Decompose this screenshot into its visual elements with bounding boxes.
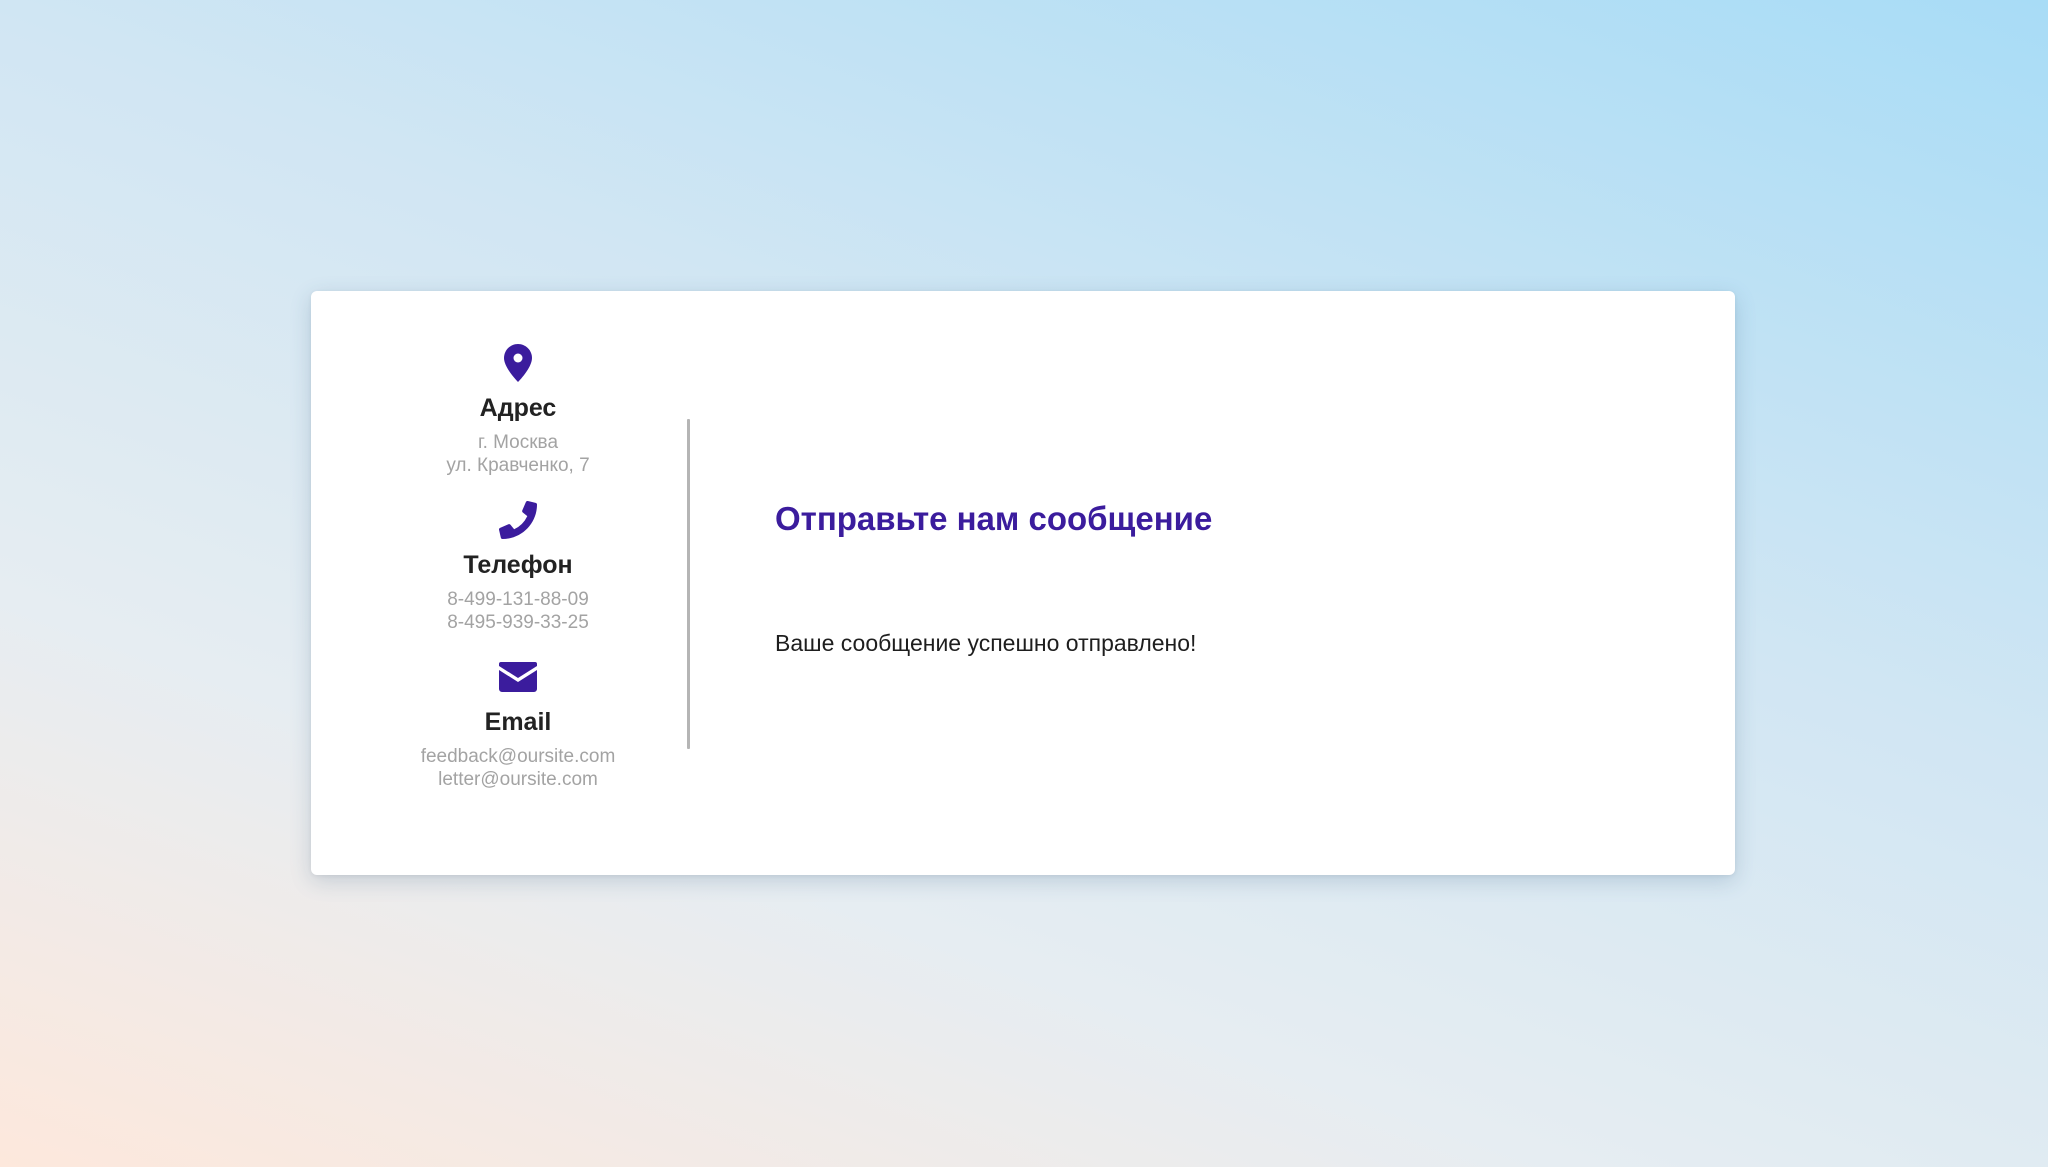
- contact-info-column: Адрес г. Москва ул. Кравченко, 7 Телефон…: [311, 343, 725, 814]
- email-address-2: letter@oursite.com: [438, 769, 598, 790]
- message-title: Отправьте нам сообщение: [775, 500, 1213, 537]
- address-street: ул. Кравченко, 7: [446, 455, 590, 476]
- vertical-divider: [687, 419, 690, 749]
- contact-card: Адрес г. Москва ул. Кравченко, 7 Телефон…: [311, 291, 1735, 875]
- phone-number-2: 8-495-939-33-25: [447, 612, 589, 633]
- message-panel: Отправьте нам сообщение Ваше сообщение у…: [775, 499, 1212, 657]
- phone-title: Телефон: [463, 551, 573, 579]
- phone-number-1: 8-499-131-88-09: [447, 589, 589, 610]
- email-title: Email: [484, 708, 552, 736]
- email-address-1: feedback@oursite.com: [420, 746, 616, 767]
- envelope-icon: [498, 657, 538, 697]
- map-pin-icon: [498, 343, 538, 383]
- email-block: Email feedback@oursite.com letter@oursit…: [420, 657, 616, 814]
- phone-icon: [498, 500, 538, 540]
- address-title: Адрес: [479, 394, 557, 422]
- phone-block: Телефон 8-499-131-88-09 8-495-939-33-25: [447, 500, 589, 657]
- address-city: г. Москва: [477, 432, 559, 453]
- success-message: Ваше сообщение успешно отправлено!: [775, 630, 1197, 656]
- address-block: Адрес г. Москва ул. Кравченко, 7: [446, 343, 590, 500]
